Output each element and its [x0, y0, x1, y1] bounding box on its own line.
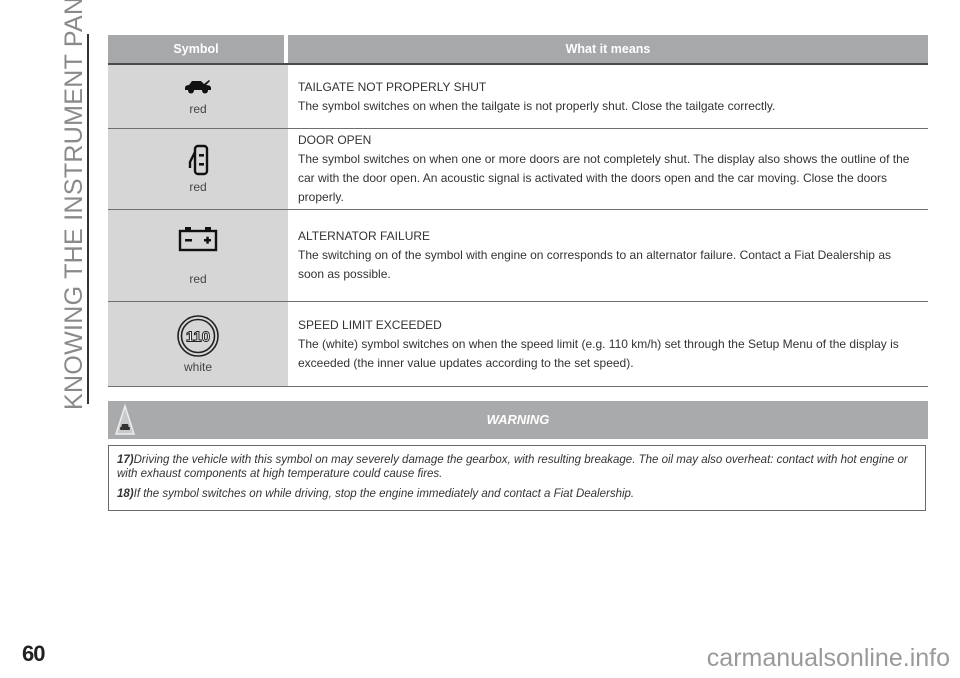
- symbol-cell: red: [108, 129, 288, 209]
- warning-lights-table: Symbol What it means red TAILGATE NOT PR…: [108, 35, 928, 387]
- watermark: carmanualsonline.info: [706, 644, 950, 672]
- symbol-cell: red: [108, 210, 288, 301]
- warning-notes: 17)Driving the vehicle with this symbol …: [108, 445, 926, 511]
- warning-note: 18)If the symbol switches on while drivi…: [117, 487, 917, 501]
- symbol-color: red: [189, 180, 207, 194]
- table-row: red ALTERNATOR FAILURE The switching on …: [108, 210, 928, 302]
- table-row: 110 white SPEED LIMIT EXCEEDED The (whit…: [108, 302, 928, 387]
- symbol-cell: 110 white: [108, 302, 288, 386]
- door-open-icon: [187, 144, 209, 176]
- symbol-cell: red: [108, 65, 288, 128]
- warning-header: WARNING: [108, 401, 928, 439]
- note-number: 17): [117, 454, 134, 466]
- note-number: 18): [117, 488, 134, 500]
- row-text: The symbol switches on when the tailgate…: [298, 98, 776, 113]
- page-number: 60: [22, 641, 46, 666]
- table-row: red DOOR OPEN The symbol switches on whe…: [108, 129, 928, 210]
- section-divider: [87, 34, 89, 404]
- row-title: TAILGATE NOT PROPERLY SHUT: [298, 79, 487, 94]
- symbol-color: white: [183, 360, 212, 374]
- warning-note: 17)Driving the vehicle with this symbol …: [117, 453, 917, 481]
- row-text: The symbol switches on when one or more …: [298, 152, 910, 204]
- meaning-cell: ALTERNATOR FAILURE The switching on of t…: [288, 210, 928, 301]
- row-title: SPEED LIMIT EXCEEDED: [298, 317, 442, 332]
- row-text: The switching on of the symbol with engi…: [298, 248, 891, 281]
- header-symbol: Symbol: [108, 35, 288, 63]
- header-meaning: What it means: [288, 35, 928, 63]
- row-text: The (white) symbol switches on when the …: [298, 336, 899, 370]
- section-title: KNOWING THE INSTRUMENT PANEL: [60, 0, 88, 410]
- note-text: Driving the vehicle with this symbol on …: [117, 454, 908, 480]
- meaning-cell: DOOR OPEN The symbol switches on when on…: [288, 129, 928, 209]
- meaning-cell: SPEED LIMIT EXCEEDED The (white) symbol …: [288, 302, 928, 386]
- table-row: red TAILGATE NOT PROPERLY SHUT The symbo…: [108, 65, 928, 129]
- warning-title: WARNING: [486, 412, 550, 427]
- table-header: Symbol What it means: [108, 35, 928, 65]
- speed-limit-icon: 110: [176, 314, 220, 358]
- note-text: If the symbol switches on while driving,…: [133, 488, 635, 500]
- row-title: DOOR OPEN: [298, 133, 372, 147]
- symbol-color: red: [189, 101, 207, 116]
- meaning-cell: TAILGATE NOT PROPERLY SHUT The symbol sw…: [288, 65, 928, 128]
- battery-icon: [178, 226, 218, 252]
- speed-value: 110: [186, 329, 210, 346]
- symbol-color: red: [189, 271, 207, 286]
- row-title: ALTERNATOR FAILURE: [298, 229, 431, 243]
- tailgate-open-icon: [183, 78, 213, 94]
